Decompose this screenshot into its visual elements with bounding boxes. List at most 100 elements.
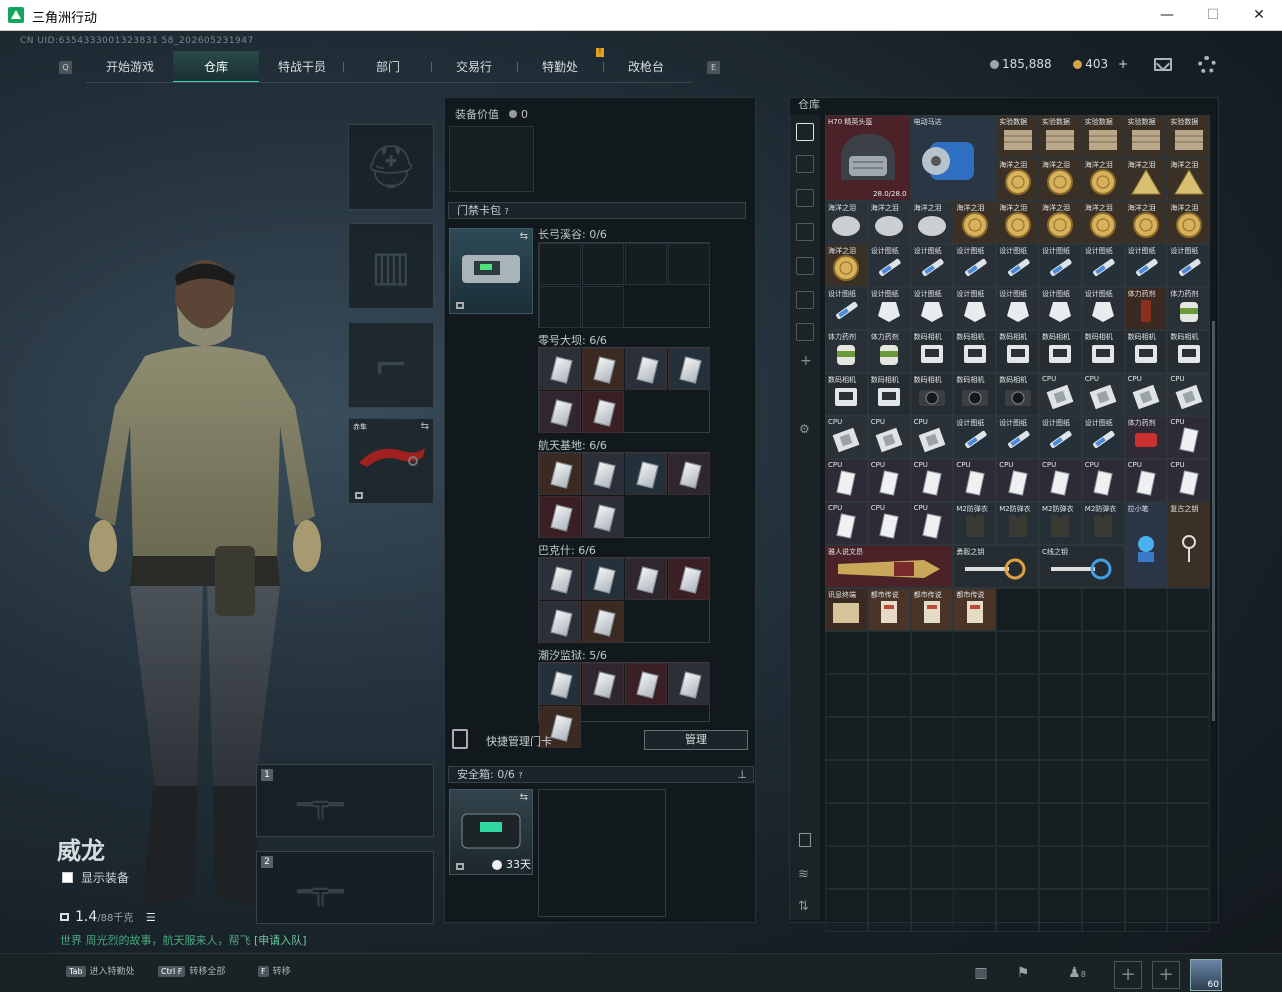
warehouse-cell[interactable] xyxy=(953,889,997,932)
player-avatar[interactable]: 60 xyxy=(1190,959,1222,991)
swap-icon[interactable]: ⇆ xyxy=(520,231,528,242)
warehouse-cell[interactable] xyxy=(996,674,1040,717)
warehouse-cell[interactable] xyxy=(1124,717,1168,760)
warehouse-item[interactable]: 设计图纸 xyxy=(1039,287,1082,330)
warehouse-item[interactable]: 数码相机 xyxy=(910,330,954,373)
warehouse-item[interactable]: M2防弹衣 xyxy=(1081,502,1125,545)
warehouse-item[interactable]: 实验数据 xyxy=(1167,115,1211,158)
warehouse-item[interactable]: CPU xyxy=(1039,373,1082,416)
settings-gear-icon[interactable] xyxy=(1198,56,1216,74)
warehouse-cell[interactable] xyxy=(910,846,954,889)
key-hint-transfer-all[interactable]: Ctrl F 转移全部 xyxy=(158,964,225,977)
keycard-item[interactable] xyxy=(582,496,624,538)
warehouse-cell[interactable] xyxy=(996,588,1040,631)
category-gear-icon[interactable] xyxy=(796,291,814,309)
warehouse-item[interactable]: 海洋之泪 xyxy=(867,201,911,244)
warehouse-item[interactable]: CPU xyxy=(867,416,911,459)
tab-start-game[interactable]: 开始游戏 xyxy=(87,51,173,83)
warehouse-cell[interactable] xyxy=(867,717,911,760)
apply-join-link[interactable]: [申请入队] xyxy=(254,934,307,947)
warehouse-cell[interactable] xyxy=(1039,846,1082,889)
portrait-icon[interactable] xyxy=(799,833,811,847)
warehouse-item[interactable]: 设计图纸 xyxy=(953,244,997,287)
pistol-slot[interactable]: ⌐ xyxy=(348,322,434,408)
warehouse-item[interactable]: 海洋之泪 xyxy=(1124,201,1168,244)
warehouse-cell[interactable] xyxy=(1039,803,1082,846)
keycard-bag-item[interactable]: ⇆ xyxy=(449,228,533,314)
swap-icon[interactable]: ⇆ xyxy=(421,421,429,432)
warehouse-cell[interactable] xyxy=(825,846,868,889)
warehouse-cell[interactable] xyxy=(867,674,911,717)
warehouse-item[interactable]: CPU xyxy=(825,459,868,502)
keycard-item[interactable] xyxy=(625,348,667,390)
warehouse-cell[interactable] xyxy=(996,631,1040,674)
warehouse-item[interactable]: 体力药剂 xyxy=(1124,287,1168,330)
warehouse-item[interactable]: CPU xyxy=(910,502,954,545)
warehouse-item[interactable]: CPU xyxy=(1167,416,1211,459)
nav-next-key[interactable]: E xyxy=(707,61,720,74)
warehouse-cell[interactable] xyxy=(1167,846,1211,889)
keycard-empty-slot[interactable] xyxy=(539,243,581,285)
keycard-empty-slot[interactable] xyxy=(582,286,624,328)
warehouse-cell[interactable] xyxy=(1124,889,1168,932)
warehouse-cell[interactable] xyxy=(1081,760,1125,803)
warehouse-item[interactable]: 设计图纸 xyxy=(953,287,997,330)
warehouse-cell[interactable] xyxy=(1039,674,1082,717)
warehouse-cell[interactable] xyxy=(1081,674,1125,717)
warehouse-cell[interactable] xyxy=(1167,803,1211,846)
warehouse-item[interactable]: 海洋之泪 xyxy=(953,201,997,244)
keycard-item[interactable] xyxy=(582,453,624,495)
sort-icon[interactable]: ⇅ xyxy=(798,899,809,914)
warehouse-item[interactable]: 体力药剂 xyxy=(825,330,868,373)
warehouse-item[interactable]: M2防弹衣 xyxy=(953,502,997,545)
close-button[interactable]: ✕ xyxy=(1236,0,1282,30)
keycard-item[interactable] xyxy=(582,348,624,390)
warehouse-item[interactable]: 数码相机 xyxy=(1167,330,1211,373)
keycard-item[interactable] xyxy=(582,558,624,600)
warehouse-cell[interactable] xyxy=(825,631,868,674)
warehouse-item[interactable]: 设计图纸 xyxy=(1039,244,1082,287)
warehouse-cell[interactable] xyxy=(1124,674,1168,717)
tab-special-ops[interactable]: 特勤处 xyxy=(517,51,603,83)
keycard-item[interactable] xyxy=(625,558,667,600)
warehouse-item[interactable]: 实验数据 xyxy=(1081,115,1125,158)
keycard-empty-slot[interactable] xyxy=(668,243,710,285)
warehouse-item[interactable]: 设计图纸 xyxy=(867,287,911,330)
item-scroll[interactable]: 讯息终端 xyxy=(825,588,868,631)
warehouse-item[interactable]: 数码相机 xyxy=(953,330,997,373)
warehouse-cell[interactable] xyxy=(1081,631,1125,674)
warehouse-item[interactable]: 海洋之泪 xyxy=(1039,201,1082,244)
category-ammo-icon[interactable] xyxy=(796,223,814,241)
warehouse-item[interactable]: 海洋之泪 xyxy=(825,201,868,244)
warehouse-item[interactable]: CPU xyxy=(1039,459,1082,502)
item-electric-motor[interactable]: 电动马达 xyxy=(910,115,997,201)
keycard-item[interactable] xyxy=(625,453,667,495)
category-weapon-icon[interactable] xyxy=(796,155,814,173)
helmet-slot[interactable]: ⛑ xyxy=(348,124,434,210)
tab-trade[interactable]: 交易行 xyxy=(431,51,517,83)
warehouse-cell[interactable] xyxy=(825,889,868,932)
warehouse-item[interactable]: 数码相机 xyxy=(910,373,954,416)
warehouse-cell[interactable] xyxy=(953,803,997,846)
warehouse-item[interactable]: 设计图纸 xyxy=(996,244,1039,287)
warehouse-cell[interactable] xyxy=(1039,588,1082,631)
keycard-item[interactable] xyxy=(582,391,624,433)
show-equipment-checkbox[interactable] xyxy=(62,872,73,883)
tab-department[interactable]: 部门 xyxy=(345,51,431,83)
settings-gear-icon[interactable]: ⚙ xyxy=(799,422,810,436)
keycard-item[interactable] xyxy=(582,601,624,643)
warehouse-cell[interactable] xyxy=(910,674,954,717)
warehouse-cell[interactable] xyxy=(1039,889,1082,932)
warehouse-item[interactable]: 海洋之泪 xyxy=(825,244,868,287)
warehouse-item[interactable]: 设计图纸 xyxy=(1039,416,1082,459)
warehouse-cell[interactable] xyxy=(1124,588,1168,631)
stats-icon[interactable]: ▥ xyxy=(970,962,992,984)
keycard-manage-icon[interactable] xyxy=(452,729,468,749)
warehouse-cell[interactable] xyxy=(1039,717,1082,760)
item-book[interactable]: 都市传说 xyxy=(910,588,954,631)
keycard-item[interactable] xyxy=(539,558,581,600)
safe-box-item[interactable]: ⇆ 33天 xyxy=(449,789,533,875)
list-icon[interactable]: ☰ xyxy=(146,911,156,924)
warehouse-item[interactable]: CPU xyxy=(996,459,1039,502)
warehouse-item[interactable]: 体力药剂 xyxy=(1167,287,1211,330)
